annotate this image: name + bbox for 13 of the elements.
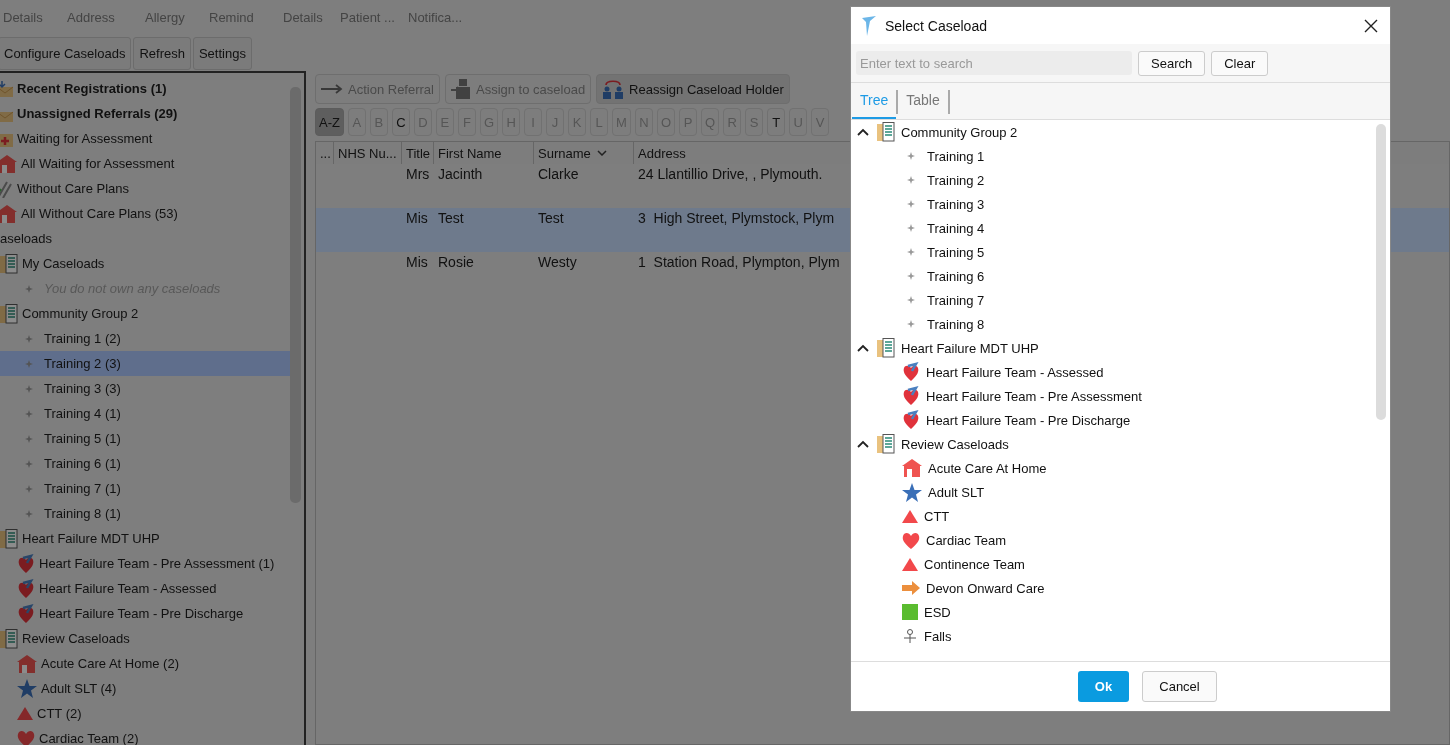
table-cell: Mis [406, 210, 428, 226]
table-cell: 24 Llantillio Drive, , Plymouth. [638, 166, 823, 182]
table-cell: 1 Station Road, Plympton, Plym [638, 254, 840, 270]
table-cell: Westy [538, 254, 577, 270]
table-cell: Test [438, 210, 464, 226]
table-cell: Mis [406, 254, 428, 270]
dialog-title: Select Caseload [885, 17, 988, 34]
table-cell: 3 High Street, Plymstock, Plym [638, 210, 835, 226]
table-cell: Jacinth [438, 166, 483, 182]
table-cell: Clarke [538, 166, 579, 182]
table-cell: Rosie [438, 254, 474, 270]
table-cell: Mrs [406, 166, 430, 182]
table-cell: Test [538, 210, 564, 226]
